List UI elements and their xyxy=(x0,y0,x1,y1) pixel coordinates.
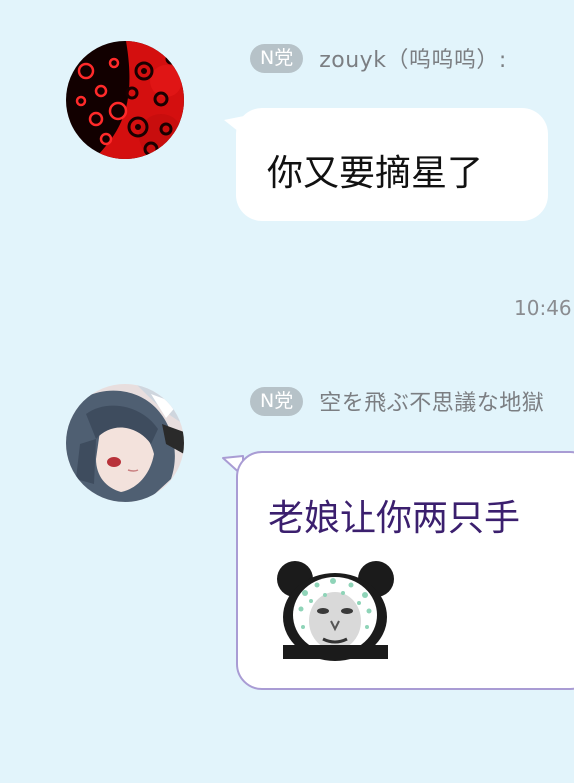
message-bubble[interactable]: 老娘让你两只手 xyxy=(236,451,574,690)
avatar-anime-girl-image xyxy=(66,384,184,502)
panda-meme-sticker-image xyxy=(277,561,394,661)
sender-name[interactable]: 空を飛ぶ不思議な地獄 xyxy=(319,385,544,417)
message-text: 老娘让你两只手 xyxy=(268,498,521,539)
panda-meme-sticker[interactable] xyxy=(273,561,398,661)
group-tag-badge: N党 xyxy=(250,386,304,416)
message-2: N党 空を飛ぶ不思議な地獄 老娘让你两只手 xyxy=(0,0,574,783)
avatar[interactable] xyxy=(66,384,184,502)
